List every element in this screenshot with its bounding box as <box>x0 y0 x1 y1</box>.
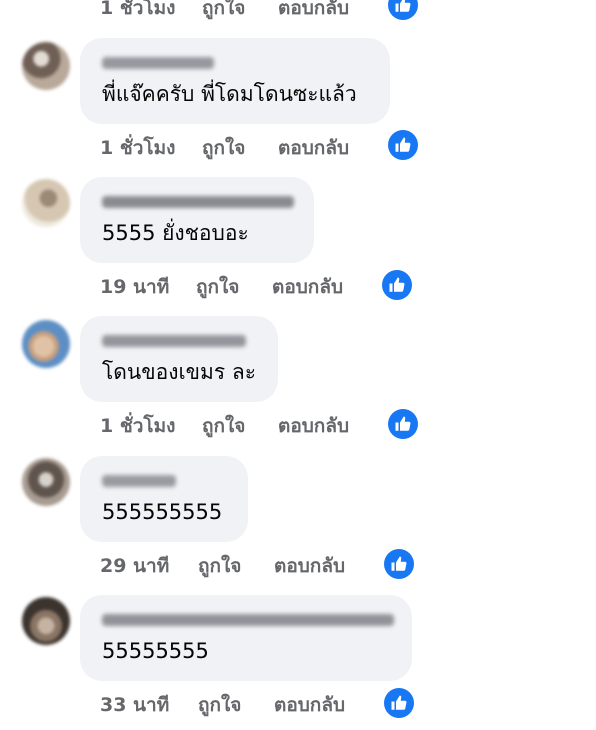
comment-time[interactable]: 33 นาที <box>100 693 169 717</box>
comment-reply-link[interactable]: ตอบกลับ <box>278 0 349 20</box>
comment-reply-link[interactable]: ตอบกลับ <box>278 414 349 438</box>
comment-bubble: 55555555 <box>80 595 412 681</box>
commenter-name-redacted[interactable] <box>102 475 176 487</box>
avatar[interactable] <box>22 458 70 506</box>
comment-reply-link[interactable]: ตอบกลับ <box>274 554 345 578</box>
comment-reply-link[interactable]: ตอบกลับ <box>274 693 345 717</box>
like-reaction-icon[interactable] <box>384 549 414 579</box>
comment-time[interactable]: 19 นาที <box>100 275 169 299</box>
like-reaction-icon[interactable] <box>384 688 414 718</box>
comment-time[interactable]: 1 ชั่วโมง <box>100 0 175 20</box>
comment-time[interactable]: 1 ชั่วโมง <box>100 136 175 160</box>
comment-reply-link[interactable]: ตอบกลับ <box>272 275 343 299</box>
avatar[interactable] <box>22 42 70 90</box>
like-reaction-icon[interactable] <box>388 0 418 20</box>
comment-like-link[interactable]: ถูกใจ <box>202 0 245 20</box>
avatar[interactable] <box>22 179 70 227</box>
avatar[interactable] <box>22 320 70 368</box>
like-reaction-icon[interactable] <box>382 270 412 300</box>
comment-text: โดนของเขมร ละ <box>102 360 256 384</box>
comment-like-link[interactable]: ถูกใจ <box>196 275 239 299</box>
comment-text: 555555555 <box>102 500 223 524</box>
like-reaction-icon[interactable] <box>388 130 418 160</box>
comment-time[interactable]: 1 ชั่วโมง <box>100 414 175 438</box>
comment-like-link[interactable]: ถูกใจ <box>202 414 245 438</box>
avatar[interactable] <box>22 597 70 645</box>
comment-like-link[interactable]: ถูกใจ <box>198 554 241 578</box>
like-reaction-icon[interactable] <box>388 409 418 439</box>
comment-like-link[interactable]: ถูกใจ <box>198 693 241 717</box>
comment-bubble: 555555555 <box>80 456 248 542</box>
commenter-name-redacted[interactable] <box>102 335 246 347</box>
commenter-name-redacted[interactable] <box>102 196 294 208</box>
comment-text: พี่แจ๊คครับ พี่โดมโดนซะแล้ว <box>102 82 357 106</box>
comment-bubble: 5555 ยั่งชอบอะ <box>80 177 314 263</box>
comment-bubble: พี่แจ๊คครับ พี่โดมโดนซะแล้ว <box>80 38 390 124</box>
comment-text: 55555555 <box>102 639 209 663</box>
comment-feed: 1 ชั่วโมง ถูกใจ ตอบกลับ พี่แจ๊คครับ พี่โ… <box>0 0 596 730</box>
comment-text: 5555 ยั่งชอบอะ <box>102 221 249 245</box>
commenter-name-redacted[interactable] <box>102 614 394 626</box>
comment-like-link[interactable]: ถูกใจ <box>202 136 245 160</box>
comment-time[interactable]: 29 นาที <box>100 554 169 578</box>
commenter-name-redacted[interactable] <box>102 57 214 69</box>
comment-reply-link[interactable]: ตอบกลับ <box>278 136 349 160</box>
comment-bubble: โดนของเขมร ละ <box>80 316 278 402</box>
